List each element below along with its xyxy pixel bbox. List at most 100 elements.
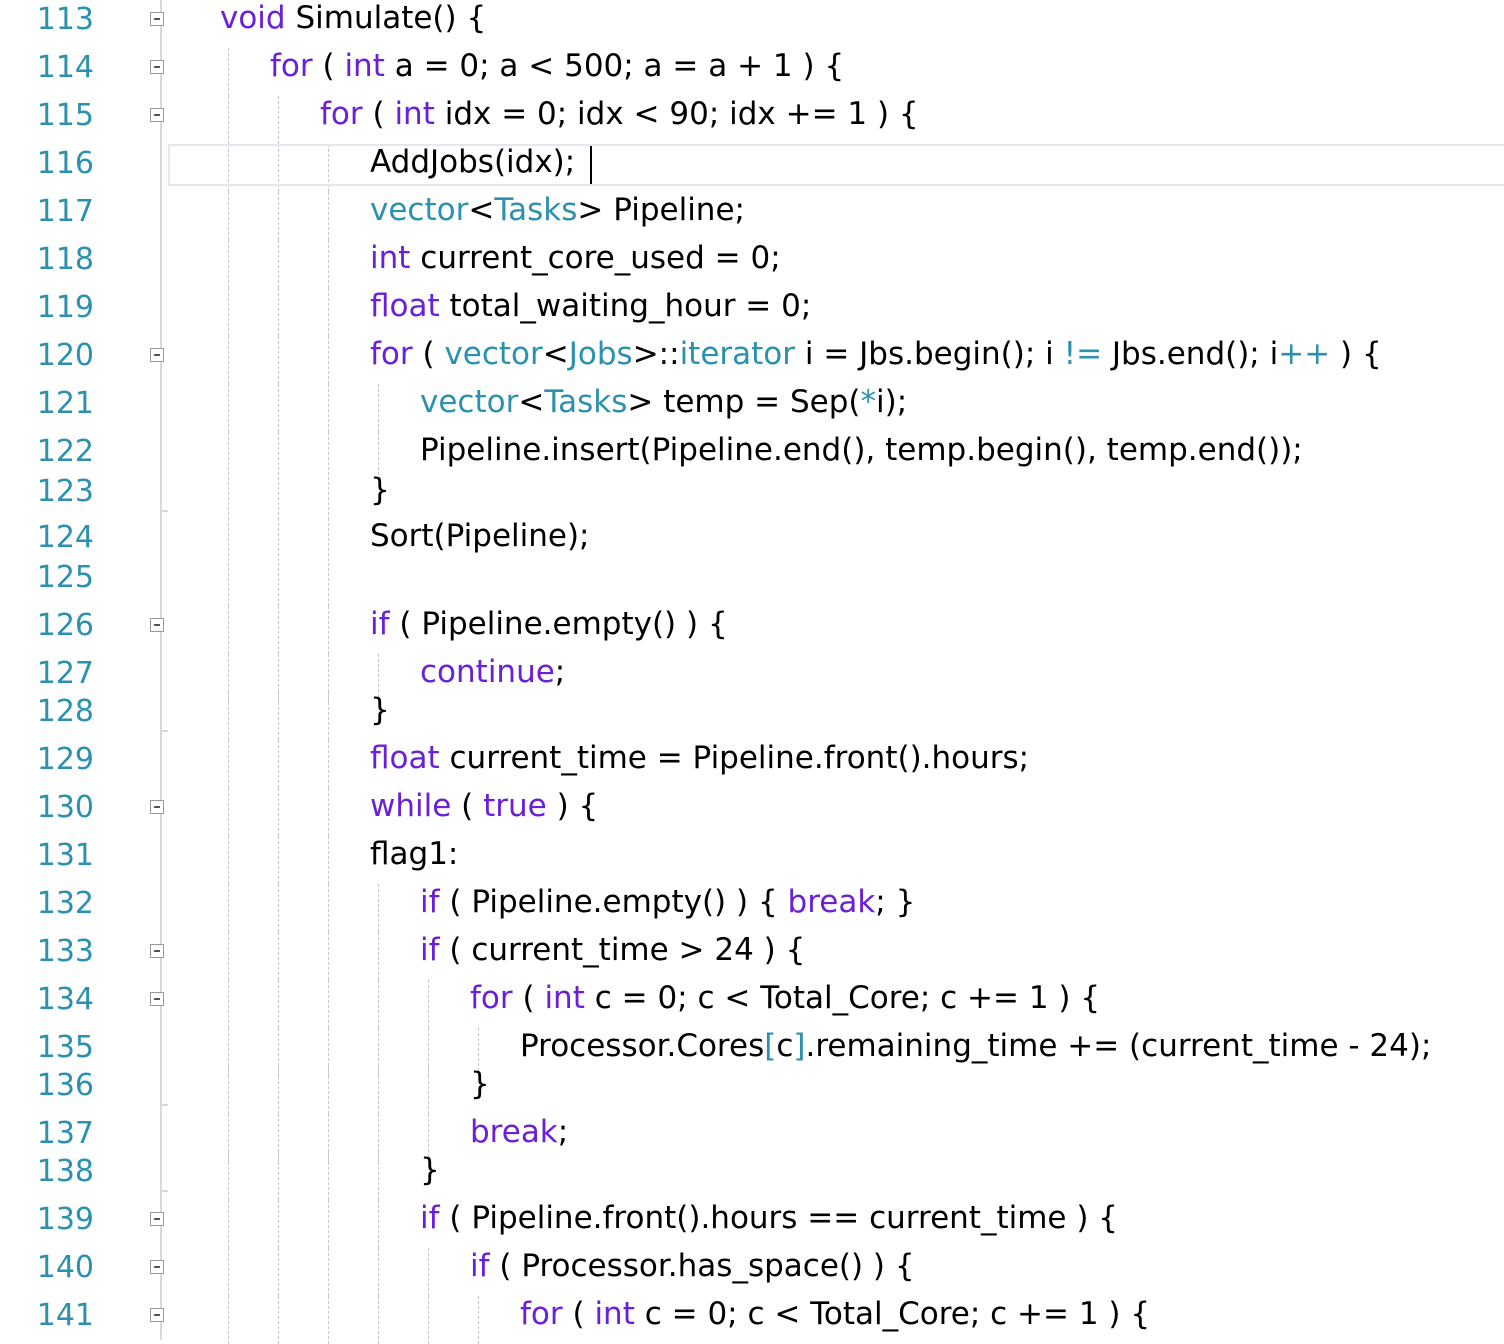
collapse-icon[interactable] bbox=[150, 992, 164, 1006]
line-number: 140 bbox=[36, 1250, 94, 1285]
keyword-token: void bbox=[220, 0, 286, 36]
text-token: ( Processor.has_space() ) { bbox=[489, 1248, 915, 1284]
code-line[interactable]: 129 float current_time = Pipeline.front()… bbox=[0, 740, 1504, 788]
code-text[interactable]: for ( int c = 0; c < Total_Core; c += 1 … bbox=[520, 1290, 1150, 1338]
code-line[interactable]: 130 while ( true ) { bbox=[0, 788, 1504, 836]
indent-guide bbox=[278, 384, 279, 432]
code-text[interactable]: if ( Pipeline.empty() ) { break; } bbox=[420, 878, 915, 926]
code-line[interactable]: 140 if ( Processor.has_space() ) { bbox=[0, 1248, 1504, 1296]
code-line[interactable]: 125 bbox=[0, 558, 1504, 606]
code-line[interactable]: 118 int current_core_used = 0; bbox=[0, 240, 1504, 288]
code-text[interactable]: Sort(Pipeline); bbox=[370, 512, 590, 560]
code-line[interactable]: 136} bbox=[0, 1066, 1504, 1114]
line-number: 121 bbox=[36, 386, 94, 421]
code-editor[interactable]: 113 void Simulate() {114 for ( int a = 0; … bbox=[0, 0, 1504, 1344]
code-line[interactable]: 117 vector<Tasks> Pipeline; bbox=[0, 192, 1504, 240]
collapse-icon[interactable] bbox=[150, 1308, 164, 1322]
collapse-icon[interactable] bbox=[150, 108, 164, 122]
text-token: current_core_used = 0; bbox=[410, 240, 781, 276]
indent-guide bbox=[228, 884, 229, 932]
code-text[interactable]: } bbox=[470, 1060, 490, 1108]
code-line[interactable]: 139 if ( Pipeline.front().hours == curren… bbox=[0, 1200, 1504, 1248]
code-line[interactable]: 126 if ( Pipeline.empty() ) { bbox=[0, 606, 1504, 654]
code-line[interactable]: 120 for ( vector<Jobs>::iterator i = Jbs.… bbox=[0, 336, 1504, 384]
text-token: } bbox=[370, 692, 390, 728]
code-line[interactable]: 115 for ( int idx = 0; idx < 90; idx += 1… bbox=[0, 96, 1504, 144]
indent-guide bbox=[328, 192, 329, 240]
indent-guide bbox=[328, 692, 329, 740]
indent-guide bbox=[278, 1152, 279, 1200]
code-text[interactable]: while ( true ) { bbox=[370, 782, 598, 830]
code-text[interactable]: if ( current_time > 24 ) { bbox=[420, 926, 805, 974]
code-line[interactable]: 138} bbox=[0, 1152, 1504, 1200]
code-text[interactable]: vector<Tasks> Pipeline; bbox=[370, 186, 745, 234]
indent-guide bbox=[478, 1296, 479, 1344]
indent-guide bbox=[278, 692, 279, 740]
collapse-icon[interactable] bbox=[150, 12, 164, 26]
text-token: Jbs.end(); i bbox=[1102, 336, 1279, 372]
indent-guide bbox=[328, 384, 329, 432]
collapse-icon[interactable] bbox=[150, 1260, 164, 1274]
collapse-icon[interactable] bbox=[150, 618, 164, 632]
indent-guide bbox=[278, 472, 279, 520]
code-text[interactable]: } bbox=[370, 466, 390, 514]
code-text[interactable]: for ( vector<Jobs>::iterator i = Jbs.beg… bbox=[370, 330, 1382, 378]
text-token: ( bbox=[562, 1296, 595, 1332]
text-token: > Pipeline; bbox=[577, 192, 745, 228]
code-text[interactable]: for ( int c = 0; c < Total_Core; c += 1 … bbox=[470, 974, 1100, 1022]
keyword-token: for bbox=[520, 1296, 563, 1332]
code-text[interactable]: flag1: bbox=[370, 830, 458, 878]
indent-guide bbox=[428, 980, 429, 1028]
collapse-icon[interactable] bbox=[150, 348, 164, 362]
indent-guide bbox=[228, 472, 229, 520]
line-number: 117 bbox=[36, 194, 94, 229]
collapse-icon[interactable] bbox=[150, 60, 164, 74]
indent-guide bbox=[428, 1248, 429, 1296]
indent-guide bbox=[378, 932, 379, 980]
code-text[interactable]: int current_core_used = 0; bbox=[370, 234, 781, 282]
code-line[interactable]: 128} bbox=[0, 692, 1504, 740]
code-text[interactable]: vector<Tasks> temp = Sep(*i); bbox=[420, 378, 907, 426]
code-text[interactable]: for ( int idx = 0; idx < 90; idx += 1 ) … bbox=[320, 90, 919, 138]
code-line[interactable]: 119 float total_waiting_hour = 0; bbox=[0, 288, 1504, 336]
indent-guide bbox=[328, 1152, 329, 1200]
code-line[interactable]: 131 flag1: bbox=[0, 836, 1504, 884]
keyword-token: int bbox=[344, 48, 385, 84]
indent-guide bbox=[328, 1248, 329, 1296]
code-text[interactable]: float current_time = Pipeline.front().ho… bbox=[370, 734, 1029, 782]
code-line[interactable]: 132 if ( Pipeline.empty() ) { break; } bbox=[0, 884, 1504, 932]
indent-guide bbox=[278, 558, 279, 606]
indent-guide bbox=[378, 1248, 379, 1296]
code-text[interactable]: if ( Processor.has_space() ) { bbox=[470, 1242, 915, 1290]
fold-end-marker bbox=[160, 730, 168, 732]
text-token: Pipeline.insert(Pipeline.end(), temp.beg… bbox=[420, 432, 1303, 468]
code-text[interactable]: continue; bbox=[420, 648, 565, 696]
code-text[interactable]: if ( Pipeline.empty() ) { bbox=[370, 600, 728, 648]
code-line[interactable]: 141 for ( int c = 0; c < Total_Core; c +=… bbox=[0, 1296, 1504, 1344]
code-text[interactable]: if ( Pipeline.front().hours == current_t… bbox=[420, 1194, 1118, 1242]
indent-guide bbox=[228, 1248, 229, 1296]
collapse-icon[interactable] bbox=[150, 944, 164, 958]
collapse-icon[interactable] bbox=[150, 1212, 164, 1226]
code-text[interactable]: } bbox=[420, 1146, 440, 1194]
code-text[interactable]: Processor.Cores[c].remaining_time += (cu… bbox=[520, 1022, 1431, 1070]
code-text[interactable]: Pipeline.insert(Pipeline.end(), temp.beg… bbox=[420, 426, 1303, 474]
code-line[interactable]: 113 void Simulate() { bbox=[0, 0, 1504, 48]
indent-guide bbox=[328, 472, 329, 520]
indent-guide bbox=[228, 788, 229, 836]
code-text[interactable]: break; bbox=[470, 1108, 568, 1156]
text-token: c bbox=[776, 1028, 794, 1064]
line-number: 134 bbox=[36, 982, 94, 1017]
code-line[interactable]: 133 if ( current_time > 24 ) { bbox=[0, 932, 1504, 980]
code-line[interactable]: 114 for ( int a = 0; a < 500; a = a + 1 )… bbox=[0, 48, 1504, 96]
code-text[interactable]: float total_waiting_hour = 0; bbox=[370, 282, 811, 330]
code-line[interactable]: 121 vector<Tasks> temp = Sep(*i); bbox=[0, 384, 1504, 432]
text-token: total_waiting_hour = 0; bbox=[439, 288, 812, 324]
code-line[interactable]: 134 for ( int c = 0; c < Total_Core; c +=… bbox=[0, 980, 1504, 1028]
line-number: 116 bbox=[36, 146, 94, 181]
code-text[interactable]: for ( int a = 0; a < 500; a = a + 1 ) { bbox=[270, 42, 844, 90]
code-text[interactable]: } bbox=[370, 686, 390, 734]
code-text[interactable]: void Simulate() { bbox=[220, 0, 486, 42]
collapse-icon[interactable] bbox=[150, 800, 164, 814]
code-line[interactable]: 123} bbox=[0, 472, 1504, 520]
